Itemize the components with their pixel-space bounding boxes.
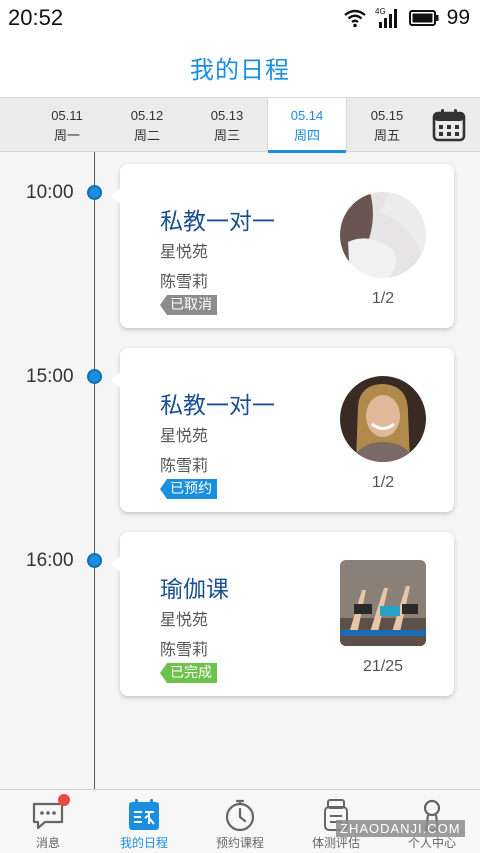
wifi-icon [343,9,366,28]
attendance-count: 1/2 [371,290,395,307]
date-tab-date: 05.12 [130,108,164,123]
status-badge-booked: 已预约 [160,479,217,499]
battery-percent: 99 [446,6,470,29]
status-badge-completed: 已完成 [160,663,217,683]
date-tab-0514[interactable]: 05.14 周四 [267,98,347,153]
calendar-icon[interactable] [432,108,466,142]
timeline-dot [87,369,102,384]
nav-label: 我的日程 [119,836,168,850]
date-tab-weekday: 周一 [53,129,80,144]
date-tab-0513[interactable]: 05.13 周三 [187,98,267,152]
date-tab-date: 05.15 [370,108,404,123]
timeline-dot [87,185,102,200]
schedule-card-private-1[interactable]: 私教一对一 星悦苑 陈雪莉 已取消 1/2 [110,164,454,328]
date-tab-date: 05.14 [290,108,324,123]
class-location: 星悦苑 [160,610,209,629]
page-title: 我的日程 [190,56,290,84]
class-title: 瑜伽课 [160,577,229,603]
date-tab-weekday: 周四 [293,129,320,144]
network-type-label: 4G [375,7,386,16]
nav-item-my-schedule[interactable]: 我的日程 [96,790,192,853]
schedule-card-private-2[interactable]: 私教一对一 星悦苑 陈雪莉 已预约 1/2 [110,348,454,512]
timeline-dot [87,553,102,568]
class-coach: 陈雪莉 [160,272,209,291]
coach-avatar [340,192,426,278]
time-label: 10:00 [26,182,74,203]
class-title: 私教一对一 [160,393,275,419]
date-tab-weekday: 周二 [133,129,160,144]
class-thumbnail [340,560,426,646]
timeline-line [94,152,95,790]
nav-item-messages[interactable]: 消息 [0,790,96,853]
status-badge-cancelled: 已取消 [160,295,217,315]
stopwatch-icon [225,799,255,832]
status-bar: 20:52 4G 99 [0,0,480,36]
header: 我的日程 [0,36,480,97]
date-tab-0511[interactable]: 05.11 周一 [27,98,107,152]
status-time: 20:52 [8,5,64,30]
cellular-signal-icon: 4G [375,7,397,28]
watermark: ZHAODANJI.COM [336,820,465,837]
schedule-card-yoga[interactable]: 瑜伽课 星悦苑 陈雪莉 已完成 21/25 [110,532,454,696]
date-tab-weekday: 周五 [373,129,400,144]
class-location: 星悦苑 [160,426,209,445]
date-tab-date: 05.13 [210,108,244,123]
date-tab-0512[interactable]: 05.12 周二 [107,98,187,152]
class-location: 星悦苑 [160,242,209,261]
time-label: 15:00 [26,366,74,387]
notification-dot [58,794,70,806]
class-title: 私教一对一 [160,209,275,235]
nav-label: 预约课程 [215,836,264,850]
date-tab-0515[interactable]: 05.15 周五 [347,98,427,152]
attendance-count: 1/2 [371,474,395,491]
date-tab-date: 05.11 [51,108,83,123]
coach-avatar [340,376,426,462]
nav-label: 消息 [35,836,60,850]
date-tab-weekday: 周三 [213,129,240,144]
date-tabs: 05.11 周一 05.12 周二 05.13 周三 05.14 周四 05.1… [0,97,480,153]
battery-icon [408,10,439,26]
status-icons: 4G 99 [343,6,470,30]
nav-item-book-course[interactable]: 预约课程 [192,790,288,853]
time-label: 16:00 [26,550,74,571]
schedule-icon [129,799,159,830]
class-coach: 陈雪莉 [160,640,209,659]
class-coach: 陈雪莉 [160,456,209,475]
attendance-count: 21/25 [362,658,404,675]
